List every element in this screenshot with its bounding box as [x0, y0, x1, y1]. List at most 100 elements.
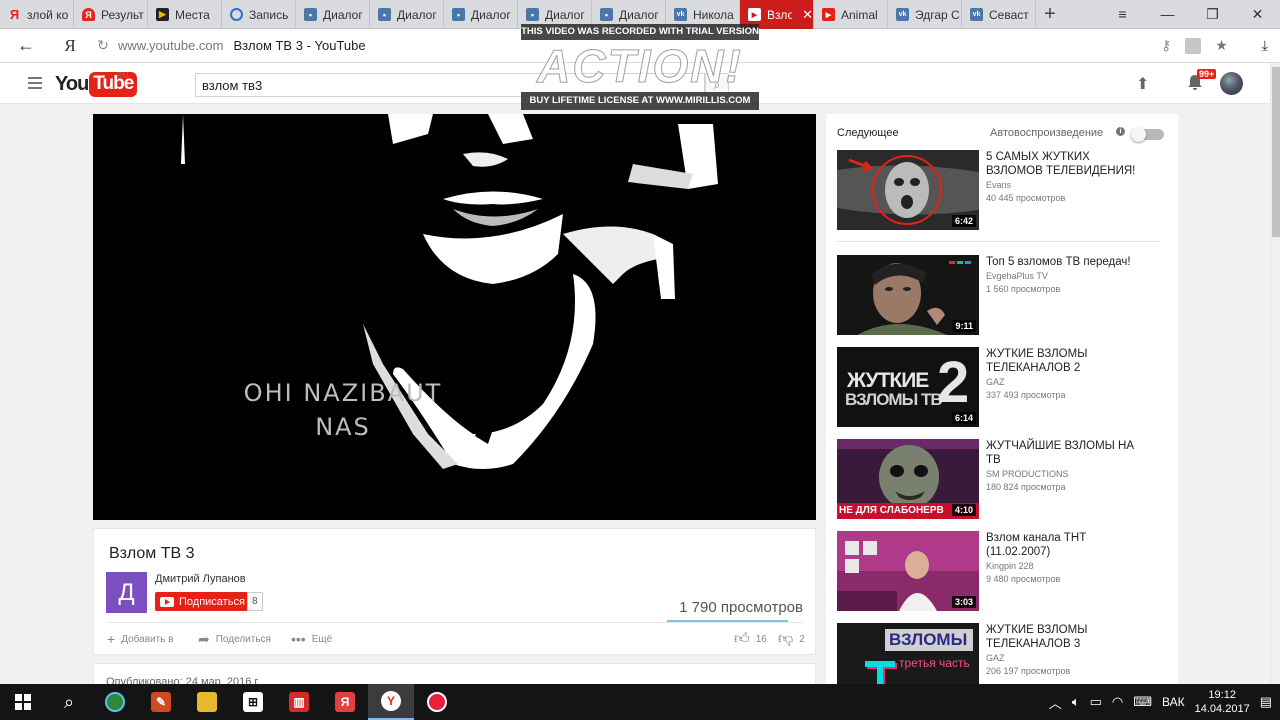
more-label: Ещё	[311, 633, 333, 645]
video-thumbnail[interactable]: НЕ ДЛЯ СЛАБОНЕРВ 4:10	[837, 439, 979, 519]
thumbnail-text: ВЗЛОМЫ ТВ	[845, 390, 943, 409]
recommended-video[interactable]: 3:03 Взлом канала ТНТ (11.02.2007) Kingp…	[837, 531, 1167, 611]
browser-tab[interactable]: vk Севаст	[962, 0, 1036, 29]
menu-icon[interactable]: ≡	[1100, 0, 1145, 28]
page-title[interactable]: Взлом ТВ 3 - YouTube	[234, 38, 366, 53]
keyboard-icon[interactable]: ⌨	[1133, 694, 1152, 710]
video-title[interactable]: ЖУТКИЕ ВЗЛОМЫ ТЕЛЕКАНАЛОВ 2	[986, 347, 1146, 375]
start-button[interactable]	[0, 684, 46, 720]
channel-name[interactable]: Kingpin 228	[986, 561, 1034, 571]
windows-logo-icon	[15, 694, 31, 710]
window-controls: ≡ — ❐ ✕	[1100, 0, 1280, 28]
video-title[interactable]: Топ 5 взломов ТВ передач!	[986, 255, 1146, 269]
logo-you: You	[55, 73, 89, 95]
browser-tab[interactable]: Язлой ко	[0, 0, 74, 29]
channel-name[interactable]: Evans	[986, 180, 1011, 190]
tab-label: Диалог	[397, 7, 437, 22]
browser-tab[interactable]: ▶ Места	[148, 0, 222, 29]
taskbar-app[interactable]: ▥	[276, 684, 322, 720]
yandex-logo[interactable]: Я	[52, 36, 88, 56]
close-window-icon[interactable]: ✕	[1235, 0, 1280, 28]
video-title[interactable]: ЖУТЧАЙШИЕ ВЗЛОМЫ НА ТВ	[986, 439, 1146, 467]
back-arrow-icon[interactable]: ←	[0, 35, 52, 56]
key-icon[interactable]: ⚷	[1161, 37, 1171, 54]
yandex-browser-icon: Y	[381, 691, 401, 711]
taskbar-app-active[interactable]: Y	[368, 684, 414, 720]
recommended-video[interactable]: ЖУТКИЕ ВЗЛОМЫ ТВ 2 6:14 ЖУТКИЕ ВЗЛОМЫ ТЕ…	[837, 347, 1167, 427]
reload-icon[interactable]: ↻	[88, 37, 118, 54]
video-thumbnail[interactable]: 6:42	[837, 150, 979, 230]
star-icon[interactable]: ★	[1215, 37, 1228, 54]
dialog-icon: ▪	[378, 8, 391, 21]
channel-name[interactable]: SM PRODUCTIONS	[986, 469, 1069, 479]
taskbar-app[interactable]: ⊞	[230, 684, 276, 720]
video-thumbnail[interactable]: ЖУТКИЕ ВЗЛОМЫ ТВ 2 6:14	[837, 347, 979, 427]
taskbar-app[interactable]: ✎	[138, 684, 184, 720]
vk-icon: vk	[970, 8, 983, 21]
taskbar-app[interactable]	[414, 684, 460, 720]
time: 19:12	[1208, 689, 1236, 701]
browser-tab[interactable]: ▪ Диалог	[444, 0, 518, 29]
chevron-up-icon[interactable]: ︿	[1049, 693, 1062, 712]
browser-tab[interactable]: ▶ Animal	[814, 0, 888, 29]
taskbar-app[interactable]	[92, 684, 138, 720]
youtube-icon: ▶	[748, 8, 761, 21]
video-thumbnail[interactable]: 9:11	[837, 255, 979, 335]
channel-name[interactable]: Дмитрий Лупанов	[155, 573, 246, 585]
new-tab-button[interactable]: +	[1036, 0, 1064, 28]
volume-icon[interactable]: 🔈︎	[1072, 694, 1080, 710]
recommended-video[interactable]: 6:42 5 САМЫХ ЖУТКИХ ВЗЛОМОВ ТЕЛЕВИДЕНИЯ!…	[837, 150, 1167, 230]
autoplay-toggle[interactable]	[1131, 127, 1164, 142]
avatar[interactable]	[1220, 72, 1243, 95]
browser-tab[interactable]: ▪ Диалог	[296, 0, 370, 29]
scroll-thumb[interactable]	[1272, 67, 1280, 237]
subscribe-label: Подписаться	[179, 595, 245, 608]
tab-label: Взло	[767, 7, 793, 22]
recommended-video[interactable]: 9:11 Топ 5 взломов ТВ передач! EvgehaPlu…	[837, 255, 1167, 335]
video-thumbnail[interactable]: 3:03	[837, 531, 979, 611]
channel-name[interactable]: GAZ	[986, 653, 1005, 663]
url-domain[interactable]: www.youtube.com	[118, 38, 224, 53]
browser-tab[interactable]: vk Эдгар С	[888, 0, 962, 29]
add-to-button[interactable]: + Добавить в	[107, 631, 173, 647]
download-icon[interactable]: ⤓	[1262, 37, 1268, 54]
record-icon	[427, 692, 447, 712]
minimize-icon[interactable]: —	[1145, 0, 1190, 28]
yandex-icon: Я	[9, 7, 20, 22]
upload-icon[interactable]: ⬆	[1136, 74, 1149, 94]
taskbar-app[interactable]: Я	[322, 684, 368, 720]
recommended-video[interactable]: НЕ ДЛЯ СЛАБОНЕРВ 4:10 ЖУТЧАЙШИЕ ВЗЛОМЫ Н…	[837, 439, 1167, 519]
protect-icon[interactable]	[1185, 37, 1202, 54]
notifications-icon[interactable]: ▤	[1260, 694, 1272, 710]
info-icon[interactable]: i	[1116, 127, 1125, 136]
wifi-icon[interactable]: ◠	[1112, 694, 1123, 710]
browser-tab[interactable]: Я Результ	[74, 0, 148, 29]
video-title[interactable]: Взлом канала ТНТ (11.02.2007)	[986, 531, 1146, 559]
channel-name[interactable]: EvgehaPlus TV	[986, 271, 1048, 281]
video-title[interactable]: 5 САМЫХ ЖУТКИХ ВЗЛОМОВ ТЕЛЕВИДЕНИЯ!	[986, 150, 1146, 178]
tab-label: Никола	[693, 7, 734, 22]
maximize-icon[interactable]: ❐	[1190, 0, 1235, 28]
more-dots-icon: •••	[291, 631, 306, 647]
like-button[interactable]: 👍︎ 16	[734, 630, 767, 648]
browser-tab[interactable]: ▪ Диалог	[370, 0, 444, 29]
subscribe-button[interactable]: Подписаться	[155, 592, 251, 611]
search-icon	[230, 8, 243, 21]
taskbar-app[interactable]	[184, 684, 230, 720]
thumbs-up-icon: 👍︎	[734, 630, 750, 647]
share-button[interactable]: ➦ Поделиться	[198, 631, 271, 648]
more-button[interactable]: ••• Ещё	[291, 631, 332, 647]
video-title[interactable]: ЖУТКИЕ ВЗЛОМЫ ТЕЛЕКАНАЛОВ 3	[986, 623, 1146, 651]
close-tab-icon[interactable]: ✕	[802, 7, 813, 23]
page-scrollbar[interactable]	[1270, 63, 1280, 684]
dislike-button[interactable]: 👎︎ 2	[778, 630, 805, 648]
battery-icon[interactable]: ▭	[1090, 694, 1102, 710]
language-indicator[interactable]: ВАК	[1162, 695, 1185, 709]
hamburger-menu-icon[interactable]	[28, 77, 42, 92]
video-player[interactable]: OHI NAZIBAUT NAS	[93, 114, 816, 520]
channel-avatar[interactable]: Д	[106, 572, 147, 613]
channel-name[interactable]: GAZ	[986, 377, 1005, 387]
browser-tab[interactable]: Запись	[222, 0, 296, 29]
search-button[interactable]: ⌕	[46, 684, 92, 720]
clock[interactable]: 19:12 14.04.2017	[1195, 688, 1250, 716]
